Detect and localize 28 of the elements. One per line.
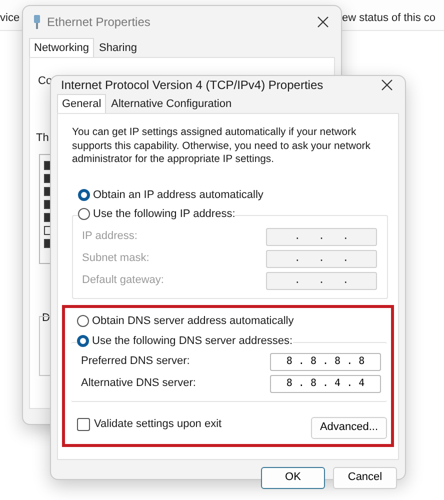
tab[interactable]: Networking (29, 38, 94, 57)
field-label: IP address: (82, 229, 138, 244)
label: Th (36, 131, 49, 146)
radio-option[interactable]: Use the following IP address: (78, 206, 236, 222)
tab[interactable]: Sharing (94, 39, 142, 57)
field-label: Subnet mask: (82, 251, 150, 266)
ip-field[interactable]: 8 . 8 . 8 . 8 (270, 352, 381, 370)
description-text: You can get IP settings assigned automatically if your network supports this capability. Otherwise, you need to ask your network administrator for the appropriate IP settings. (72, 126, 372, 166)
ethernet-icon (33, 15, 41, 29)
radio-option[interactable]: Obtain an IP address automatically (78, 186, 388, 204)
window-title: Internet Protocol Version 4 (TCP/IPv4) Properties (61, 77, 324, 94)
page-text: vice (0, 11, 20, 26)
ok-button[interactable]: OK (261, 466, 325, 488)
cancel-button[interactable]: Cancel (333, 466, 397, 488)
radio-option[interactable]: Obtain DNS server address automatically (77, 312, 294, 330)
page-text: ew status of this co (342, 11, 436, 26)
field-label: Default gateway: (82, 273, 164, 288)
validate-checkbox[interactable]: Validate settings upon exit (77, 416, 222, 433)
tab[interactable]: Alternative Configuration (106, 95, 237, 113)
close-button[interactable] (379, 77, 395, 93)
advanced-button[interactable]: Advanced... (311, 416, 387, 438)
window-title: Ethernet Properties (47, 14, 152, 31)
field-label: Preferred DNS server: (81, 354, 190, 370)
ip-field[interactable]: 8 . 8 . 4 . 4 (270, 374, 381, 392)
close-button[interactable] (315, 14, 331, 30)
tab[interactable]: General (57, 94, 106, 113)
radio-option[interactable]: Use the following DNS server addresses: (77, 332, 293, 350)
field-label: Alternative DNS server: (81, 376, 196, 392)
